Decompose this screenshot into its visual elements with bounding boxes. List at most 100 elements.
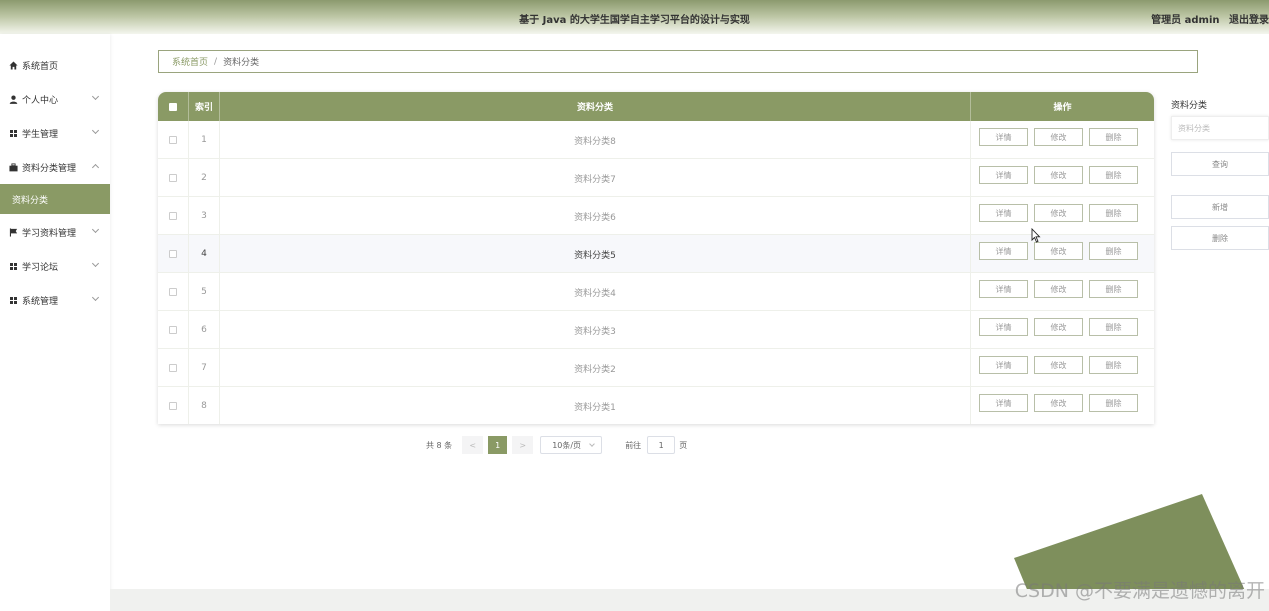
- row-checkbox-cell[interactable]: [158, 197, 189, 235]
- app-root: 基于 Java 的大学生国学自主学习平台的设计与实现 管理员 admin 退出登…: [0, 0, 1269, 611]
- row-checkbox-cell[interactable]: [158, 387, 189, 424]
- delete-button[interactable]: 删除: [1089, 356, 1138, 374]
- edit-button[interactable]: 修改: [1034, 280, 1083, 298]
- sidebar-item-home[interactable]: 系统首页: [0, 51, 110, 79]
- sidebar: 系统首页 个人中心 学生管理 资料分类管理 资料分类 学习资料管理 学习论坛 系…: [0, 34, 110, 611]
- edit-button[interactable]: 修改: [1034, 394, 1083, 412]
- user-label: 管理员 admin: [1151, 15, 1220, 26]
- row-index: 1: [189, 121, 220, 159]
- row-category: 资料分类1: [220, 387, 971, 424]
- table-row[interactable]: 4 资料分类5 详情 修改 删除: [158, 235, 1154, 273]
- edit-button[interactable]: 修改: [1034, 128, 1083, 146]
- detail-button[interactable]: 详情: [979, 318, 1028, 336]
- row-checkbox-cell[interactable]: [158, 121, 189, 159]
- row-checkbox[interactable]: [169, 402, 177, 410]
- page-1-button[interactable]: 1: [488, 436, 508, 454]
- row-category: 资料分类3: [220, 311, 971, 349]
- top-header: 基于 Java 的大学生国学自主学习平台的设计与实现 管理员 admin 退出登…: [0, 0, 1269, 34]
- prev-page-button[interactable]: <: [462, 436, 484, 454]
- row-checkbox-cell[interactable]: [158, 349, 189, 387]
- row-checkbox[interactable]: [169, 326, 177, 334]
- table-row[interactable]: 7 资料分类2 详情 修改 删除: [158, 349, 1154, 387]
- header-select-all[interactable]: [158, 92, 189, 121]
- breadcrumb-separator: /: [214, 56, 218, 67]
- row-checkbox-cell[interactable]: [158, 311, 189, 349]
- detail-button[interactable]: 详情: [979, 242, 1028, 260]
- row-actions: 详情 修改 删除: [971, 197, 1154, 235]
- goto-page-input[interactable]: 1: [647, 436, 676, 454]
- grid-icon: [5, 262, 21, 270]
- sidebar-item-forum[interactable]: 学习论坛: [0, 252, 110, 280]
- detail-button[interactable]: 详情: [979, 204, 1028, 222]
- sidebar-item-system[interactable]: 系统管理: [0, 286, 110, 314]
- detail-button[interactable]: 详情: [979, 356, 1028, 374]
- table-row[interactable]: 8 资料分类1 详情 修改 删除: [158, 387, 1154, 424]
- breadcrumb-current: 资料分类: [223, 58, 260, 68]
- row-actions: 详情 修改 删除: [971, 273, 1154, 311]
- next-page-button[interactable]: >: [512, 436, 534, 454]
- row-checkbox[interactable]: [169, 288, 177, 296]
- row-actions: 详情 修改 删除: [971, 159, 1154, 197]
- header-actions: 操作: [1053, 103, 1072, 113]
- row-checkbox[interactable]: [169, 136, 177, 144]
- row-actions: 详情 修改 删除: [971, 121, 1154, 159]
- batch-delete-button[interactable]: 删除: [1171, 226, 1269, 250]
- row-checkbox[interactable]: [169, 174, 177, 182]
- detail-button[interactable]: 详情: [979, 280, 1028, 298]
- row-checkbox[interactable]: [169, 364, 177, 372]
- row-checkbox[interactable]: [169, 212, 177, 220]
- table-header: 索引 资料分类 操作: [158, 92, 1154, 121]
- table-row[interactable]: 3 资料分类6 详情 修改 删除: [158, 197, 1154, 235]
- table-row[interactable]: 1 资料分类8 详情 修改 删除: [158, 121, 1154, 159]
- edit-button[interactable]: 修改: [1034, 318, 1083, 336]
- row-category: 资料分类6: [220, 197, 971, 235]
- chevron-down-icon: [589, 441, 596, 447]
- sidebar-item-category-manage[interactable]: 资料分类管理: [0, 153, 110, 181]
- detail-button[interactable]: 详情: [979, 394, 1028, 412]
- detail-button[interactable]: 详情: [979, 166, 1028, 184]
- breadcrumb-home-link[interactable]: 系统首页: [172, 55, 208, 68]
- row-category: 资料分类2: [220, 349, 971, 387]
- sidebar-item-materials[interactable]: 学习资料管理: [0, 218, 110, 246]
- select-all-checkbox[interactable]: [169, 102, 177, 111]
- delete-button[interactable]: 删除: [1089, 128, 1138, 146]
- delete-button[interactable]: 删除: [1089, 242, 1138, 260]
- edit-button[interactable]: 修改: [1034, 204, 1083, 222]
- sidebar-subitem-category[interactable]: 资料分类: [0, 184, 110, 214]
- table-row[interactable]: 2 资料分类7 详情 修改 删除: [158, 159, 1154, 197]
- sidebar-item-profile[interactable]: 个人中心: [0, 85, 110, 113]
- delete-button[interactable]: 删除: [1089, 318, 1138, 336]
- row-index: 7: [189, 349, 220, 387]
- query-button[interactable]: 查询: [1171, 152, 1269, 176]
- delete-button[interactable]: 删除: [1089, 394, 1138, 412]
- chevron-up-icon: [91, 163, 100, 172]
- row-checkbox-cell[interactable]: [158, 159, 189, 197]
- edit-button[interactable]: 修改: [1034, 166, 1083, 184]
- row-checkbox-cell[interactable]: [158, 273, 189, 311]
- row-actions: 详情 修改 删除: [971, 235, 1154, 273]
- search-input[interactable]: 资料分类: [1171, 116, 1269, 140]
- search-label: 资料分类: [1171, 101, 1208, 111]
- page-size-select[interactable]: 10条/页: [540, 436, 603, 454]
- edit-button[interactable]: 修改: [1034, 356, 1083, 374]
- row-index: 4: [189, 235, 220, 273]
- row-actions: 详情 修改 删除: [971, 311, 1154, 349]
- chevron-down-icon: [91, 293, 100, 302]
- sidebar-item-students[interactable]: 学生管理: [0, 119, 110, 147]
- edit-button[interactable]: 修改: [1034, 242, 1083, 260]
- detail-button[interactable]: 详情: [979, 128, 1028, 146]
- row-actions: 详情 修改 删除: [971, 349, 1154, 387]
- table-row[interactable]: 6 资料分类3 详情 修改 删除: [158, 311, 1154, 349]
- row-index: 5: [189, 273, 220, 311]
- delete-button[interactable]: 删除: [1089, 166, 1138, 184]
- table-row[interactable]: 5 资料分类4 详情 修改 删除: [158, 273, 1154, 311]
- user-icon: [5, 95, 21, 104]
- row-checkbox-cell[interactable]: [158, 235, 189, 273]
- add-button[interactable]: 新增: [1171, 195, 1269, 219]
- delete-button[interactable]: 删除: [1089, 204, 1138, 222]
- row-checkbox[interactable]: [169, 250, 177, 258]
- briefcase-icon: [5, 162, 21, 172]
- delete-button[interactable]: 删除: [1089, 280, 1138, 298]
- page-unit-label: 页: [679, 440, 688, 450]
- logout-link[interactable]: 退出登录: [1229, 15, 1269, 26]
